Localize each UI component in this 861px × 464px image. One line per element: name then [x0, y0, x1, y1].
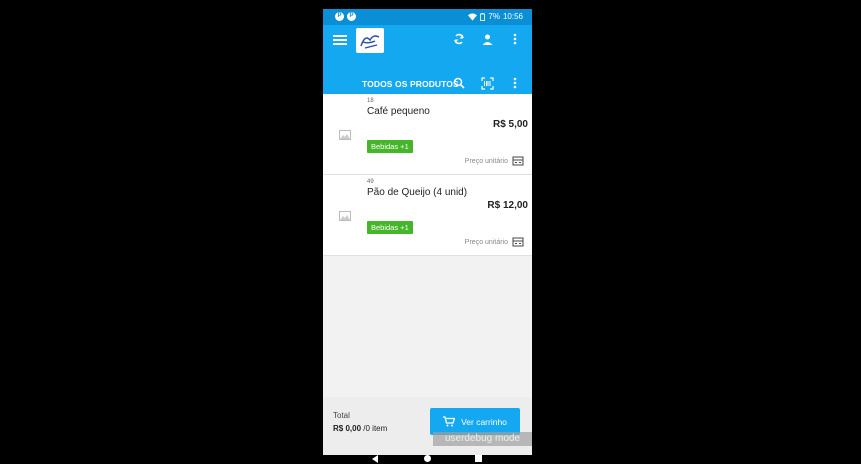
app-bar: TODOS OS PRODUTOS [323, 25, 532, 94]
product-list: 18 Café pequeno R$ 5,00 Bebidas +1 Preço… [323, 94, 532, 256]
product-code: 49 [367, 179, 374, 185]
nav-back-button[interactable] [372, 455, 378, 463]
clock: 10:56 [502, 12, 523, 21]
notification-icon: P [347, 12, 356, 21]
nav-recents-button[interactable] [475, 455, 482, 462]
more-vert-icon[interactable] [508, 32, 522, 46]
battery-icon [480, 12, 486, 21]
product-card[interactable]: 49 Pão de Queijo (4 unid) R$ 12,00 Bebid… [323, 175, 532, 256]
menu-icon[interactable] [333, 33, 347, 47]
barcode-scan-icon[interactable] [480, 76, 494, 90]
cart-footer: Total R$ 0,00 /0 item Ver carrinho userd… [323, 397, 532, 455]
phone-screen: P P 7% 10:56 TODOS OS PRODUTOS 18 Café p… [323, 9, 532, 455]
category-tag[interactable]: Bebidas +1 [367, 140, 413, 153]
app-logo [356, 28, 384, 53]
total-value: R$ 0,00 /0 item [333, 424, 387, 433]
nav-home-button[interactable] [424, 455, 431, 462]
image-placeholder-icon [332, 203, 358, 229]
product-price: R$ 12,00 [487, 200, 528, 211]
more-vert-icon[interactable] [508, 76, 522, 90]
category-tag[interactable]: Bebidas +1 [367, 221, 413, 234]
product-price: R$ 5,00 [492, 119, 528, 130]
user-icon[interactable] [480, 32, 494, 46]
unit-price-icon[interactable] [512, 236, 524, 248]
status-bar: P P 7% 10:56 [323, 9, 532, 25]
product-code: 18 [367, 98, 374, 104]
status-notifications: P P [335, 12, 356, 21]
debug-overlay: userdebug mode [433, 432, 532, 446]
image-placeholder-icon [332, 122, 358, 148]
notification-icon: P [335, 12, 344, 21]
wifi-icon [468, 12, 478, 21]
search-icon[interactable] [452, 76, 466, 90]
total-label: Total [333, 411, 350, 420]
unit-price-label: Preço unitário [464, 158, 508, 165]
cart-icon [443, 416, 456, 427]
status-indicators: 7% 10:56 [468, 12, 523, 21]
total-items: /0 item [363, 424, 388, 433]
product-card[interactable]: 18 Café pequeno R$ 5,00 Bebidas +1 Preço… [323, 94, 532, 175]
sync-icon[interactable] [452, 32, 466, 46]
product-name: Pão de Queijo (4 unid) [367, 187, 468, 198]
unit-price-icon[interactable] [512, 155, 524, 167]
sub-actions [452, 76, 522, 90]
total-amount: R$ 0,00 [333, 424, 362, 433]
view-cart-button[interactable]: Ver carrinho [430, 408, 520, 435]
view-cart-label: Ver carrinho [461, 416, 507, 427]
top-actions [452, 32, 522, 46]
battery-level: 7% [488, 12, 500, 21]
unit-price-label: Preço unitário [464, 239, 508, 246]
product-name: Café pequeno [367, 106, 430, 117]
section-title[interactable]: TODOS OS PRODUTOS [362, 79, 459, 89]
